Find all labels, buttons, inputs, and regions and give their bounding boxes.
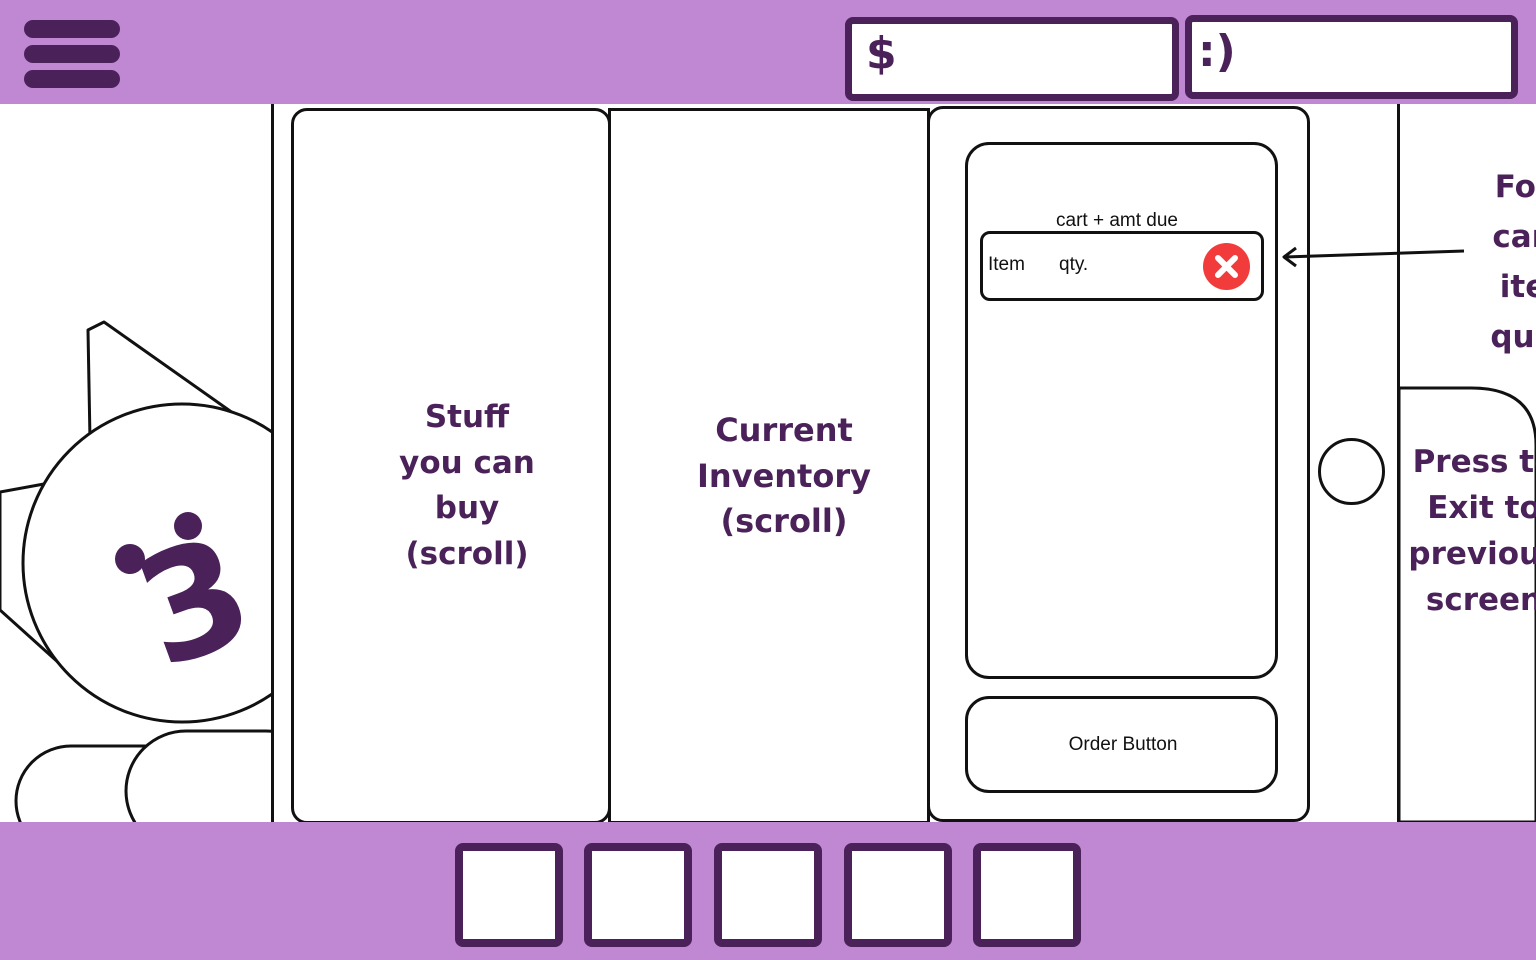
cart-item-label: Item <box>988 254 1025 275</box>
hotbar-slot-5[interactable] <box>973 843 1081 947</box>
cart-qty-label: qty. <box>1059 254 1089 275</box>
hamburger-icon <box>24 20 120 38</box>
money-display: $ <box>845 17 1179 101</box>
cart-list[interactable]: cart + amt due Item qty. <box>965 142 1278 679</box>
hotbar-slot-1[interactable] <box>455 843 563 947</box>
hotbar-slot-3[interactable] <box>714 843 822 947</box>
inventory-panel[interactable]: Current Inventory (scroll) <box>608 108 930 824</box>
remove-item-button[interactable] <box>1203 243 1250 290</box>
cart-panel: cart + amt due Item qty. Order Button <box>927 106 1310 822</box>
cart-item-row[interactable]: Item qty. <box>980 231 1264 301</box>
buy-panel[interactable]: Stuff you can buy (scroll) <box>291 108 611 824</box>
cart-title: cart + amt due <box>1056 210 1178 231</box>
menu-button[interactable] <box>20 16 124 92</box>
order-button-label: Order Button <box>1068 734 1178 755</box>
exit-note: Press to Exit to previous screen <box>1408 444 1536 618</box>
money-icon: $ <box>866 28 897 79</box>
hamburger-icon-line <box>24 45 120 63</box>
remove-note: For can ite que <box>1490 169 1536 355</box>
frame-left-edge <box>271 104 274 822</box>
inventory-panel-label: Current Inventory (scroll) <box>697 411 871 540</box>
cat-mascot: 3 <box>0 320 272 822</box>
side-nav-circle[interactable] <box>1318 438 1385 505</box>
close-icon <box>1215 255 1238 278</box>
arrow-icon <box>1282 246 1465 268</box>
order-button[interactable]: Order Button <box>965 696 1278 793</box>
hotbar-slot-2[interactable] <box>584 843 692 947</box>
mood-display: :) <box>1185 15 1518 99</box>
buy-panel-label: Stuff you can buy (scroll) <box>399 399 535 572</box>
top-bar: $ :) <box>0 0 1536 104</box>
hotbar-slot-4[interactable] <box>844 843 952 947</box>
hamburger-icon-line <box>24 70 120 88</box>
mood-icon: :) <box>1198 26 1236 77</box>
